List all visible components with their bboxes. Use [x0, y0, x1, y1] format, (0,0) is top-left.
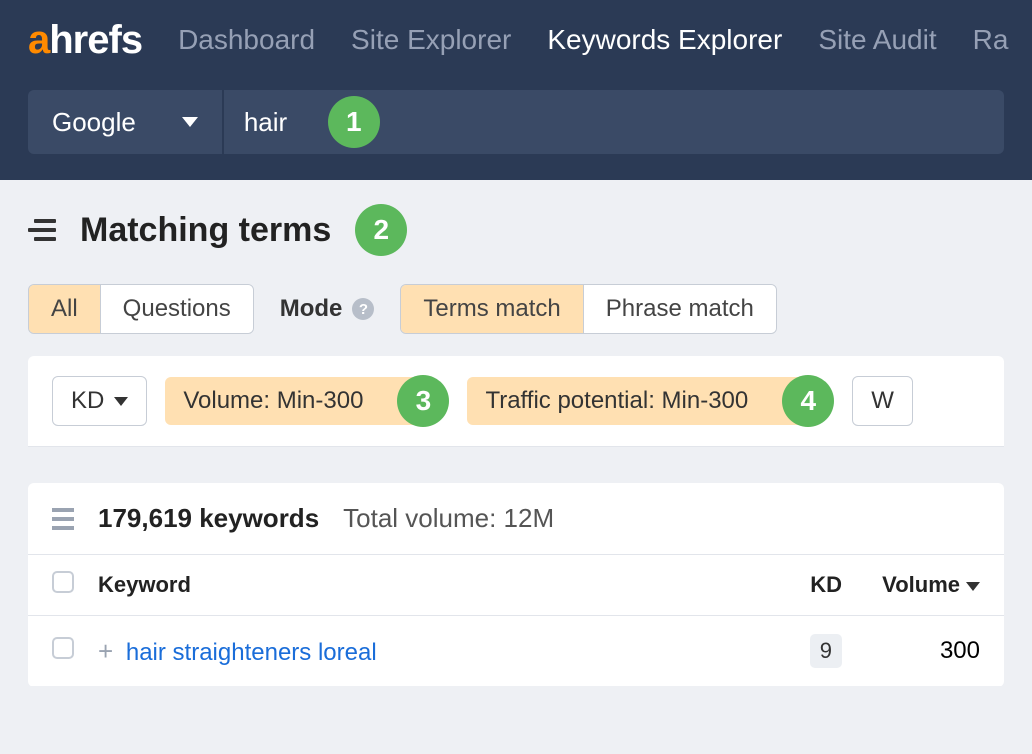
nav-site-explorer[interactable]: Site Explorer	[351, 24, 511, 56]
results-table: Keyword KD Volume + hair straighteners l…	[28, 554, 1004, 687]
nav-rank-tracker[interactable]: Ra	[973, 24, 1009, 56]
tab-terms-match[interactable]: Terms match	[401, 285, 583, 333]
annotation-badge-1: 1	[328, 96, 380, 148]
nav-dashboard[interactable]: Dashboard	[178, 24, 315, 56]
expand-icon[interactable]: +	[98, 636, 113, 666]
search-engine-label: Google	[52, 107, 136, 138]
nav-keywords-explorer[interactable]: Keywords Explorer	[547, 24, 782, 56]
filter-bar: KD Volume: Min-300 3 Traffic potential: …	[28, 356, 1004, 447]
column-volume[interactable]: Volume	[854, 555, 1004, 616]
column-keyword[interactable]: Keyword	[86, 555, 774, 616]
annotation-badge-4: 4	[782, 375, 834, 427]
filter-kd[interactable]: KD	[52, 376, 147, 426]
page-title: Matching terms	[80, 211, 331, 250]
table-row: + hair straighteners loreal 9 300	[28, 616, 1004, 687]
select-all-checkbox[interactable]	[52, 571, 74, 593]
mode-label: Mode	[280, 295, 343, 323]
keyword-search-input[interactable]	[224, 107, 599, 138]
keyword-count: 179,619 keywords	[98, 503, 319, 534]
page-header: Matching terms 2	[28, 204, 1004, 256]
kd-badge: 9	[810, 634, 842, 668]
list-icon[interactable]	[52, 508, 74, 530]
tab-questions[interactable]: Questions	[101, 285, 253, 333]
sort-desc-icon	[966, 582, 980, 591]
main-content: Matching terms 2 All Questions Mode ? Te…	[0, 180, 1032, 711]
annotation-badge-2: 2	[355, 204, 407, 256]
filter-more[interactable]: W	[852, 376, 913, 426]
annotation-badge-3: 3	[397, 375, 449, 427]
search-engine-select[interactable]: Google	[28, 90, 222, 154]
tab-row: All Questions Mode ? Terms match Phrase …	[28, 284, 1004, 334]
keyword-link[interactable]: hair straighteners loreal	[126, 639, 377, 666]
tab-group-mode: Terms match Phrase match	[400, 284, 776, 334]
nav-site-audit[interactable]: Site Audit	[818, 24, 936, 56]
column-kd[interactable]: KD	[774, 555, 854, 616]
filter-traffic-potential-chip[interactable]: Traffic potential: Min-300 4	[467, 377, 808, 425]
row-checkbox[interactable]	[52, 637, 74, 659]
results-panel: 179,619 keywords Total volume: 12M Keywo…	[28, 483, 1004, 687]
volume-cell: 300	[854, 616, 1004, 687]
filter-volume-chip[interactable]: Volume: Min-300 3	[165, 377, 423, 425]
chevron-down-icon	[114, 397, 128, 406]
search-bar: Google 1	[0, 80, 1032, 180]
tab-all[interactable]: All	[29, 285, 101, 333]
menu-icon[interactable]	[28, 219, 56, 241]
tab-group-type: All Questions	[28, 284, 254, 334]
total-volume: Total volume: 12M	[343, 503, 554, 534]
top-navbar: ahrefs Dashboard Site Explorer Keywords …	[0, 0, 1032, 80]
chevron-down-icon	[182, 117, 198, 127]
tab-phrase-match[interactable]: Phrase match	[584, 285, 776, 333]
help-icon[interactable]: ?	[352, 298, 374, 320]
ahrefs-logo: ahrefs	[28, 18, 142, 63]
search-input-wrap: 1	[224, 90, 1004, 154]
results-header: 179,619 keywords Total volume: 12M	[28, 483, 1004, 554]
